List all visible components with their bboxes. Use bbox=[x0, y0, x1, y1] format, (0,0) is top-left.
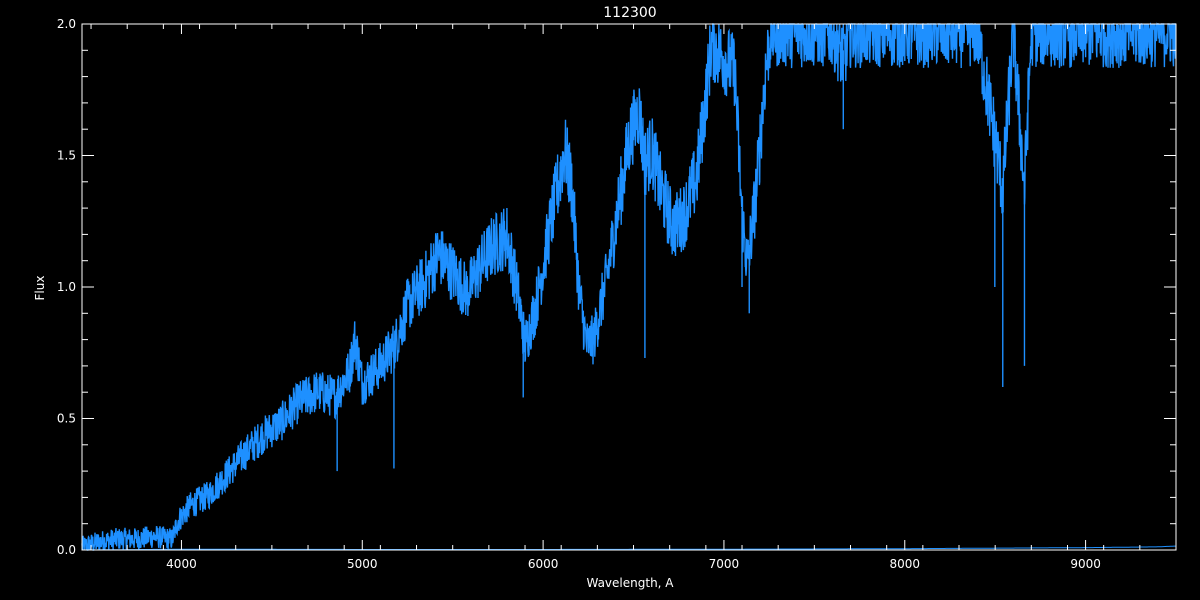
series-layer bbox=[81, 22, 1177, 551]
x-tick-label: 5000 bbox=[347, 557, 378, 571]
series-line-1 bbox=[82, 545, 1176, 551]
y-tick-label: 0.0 bbox=[57, 543, 76, 557]
x-tick-label: 4000 bbox=[166, 557, 197, 571]
x-tick-label: 9000 bbox=[1070, 557, 1101, 571]
x-tick-label: 6000 bbox=[528, 557, 559, 571]
y-tick-label: 2.0 bbox=[57, 17, 76, 31]
chart-title: 112300 bbox=[603, 5, 656, 21]
x-tick-label: 8000 bbox=[889, 557, 920, 571]
x-tick-label: 7000 bbox=[709, 557, 740, 571]
spectrum-chart: 112300 4000 5000 6000 7000 8000 9000 0.0 0.5 1.0… bbox=[33, 5, 1177, 590]
plot-frame bbox=[81, 23, 1177, 551]
series-line-0 bbox=[81, 22, 1177, 551]
y-axis-label: Flux bbox=[33, 276, 47, 301]
y-tick-label: 0.5 bbox=[57, 412, 76, 426]
y-tick-label: 1.0 bbox=[57, 280, 76, 294]
y-tick-label: 1.5 bbox=[57, 149, 76, 163]
x-axis-label: Wavelength, A bbox=[586, 576, 674, 590]
